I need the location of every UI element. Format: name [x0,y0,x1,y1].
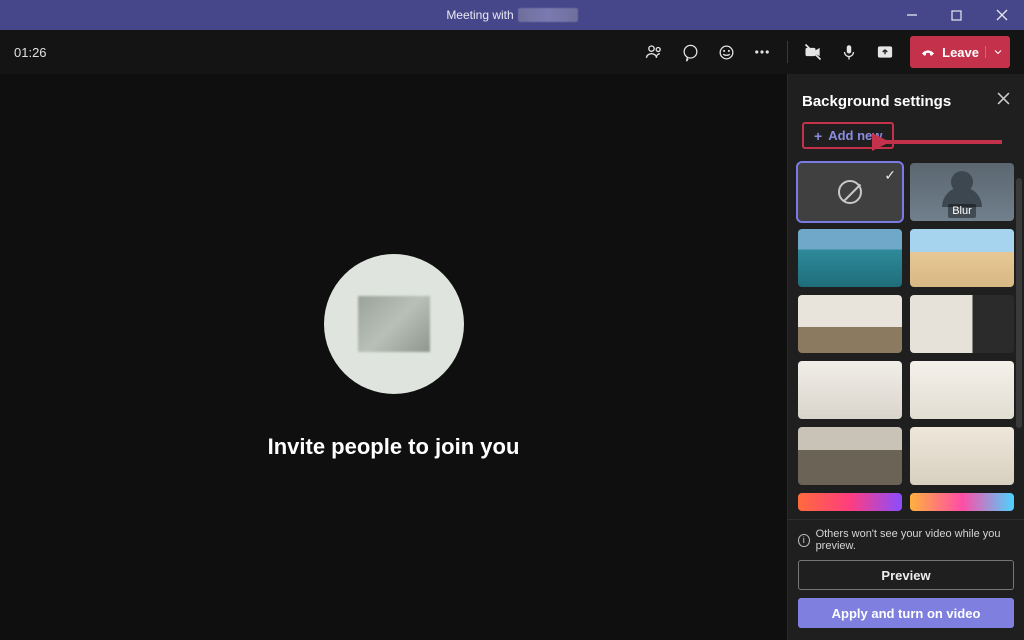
check-icon: ✓ [884,167,896,184]
preview-label: Preview [881,568,930,583]
background-option[interactable] [798,229,902,287]
panel-header: Background settings [788,74,1024,118]
none-icon [838,180,862,204]
meeting-toolbar: 01:26 Leave [0,30,1024,74]
background-settings-panel: Background settings + Add new ✓ Blur [787,74,1024,640]
title-prefix: Meeting with [446,8,513,22]
background-option[interactable] [798,493,902,511]
background-option[interactable] [798,295,902,353]
background-option-blur[interactable]: Blur [910,163,1014,221]
meeting-stage: Invite people to join you [0,74,787,640]
main-area: Invite people to join you Background set… [0,74,1024,640]
panel-scrollbar[interactable] [1016,178,1022,428]
background-option[interactable] [910,229,1014,287]
window-title: Meeting with [446,8,577,22]
toolbar-actions: Leave [637,35,1010,69]
leave-label: Leave [942,45,979,60]
avatar-image [358,296,430,352]
background-option[interactable] [910,427,1014,485]
info-icon: i [798,534,810,547]
window-controls [889,0,1024,30]
reactions-icon[interactable] [709,35,743,69]
background-option[interactable] [798,427,902,485]
background-option[interactable] [798,361,902,419]
leave-chevron[interactable] [985,46,1004,58]
chat-icon[interactable] [673,35,707,69]
background-option[interactable] [910,361,1014,419]
hangup-icon [920,44,936,60]
preview-button[interactable]: Preview [798,560,1014,590]
minimize-button[interactable] [889,0,934,30]
info-text: Others won't see your video while you pr… [816,528,1014,552]
leave-button[interactable]: Leave [910,36,1010,68]
add-new-button[interactable]: + Add new [802,122,894,149]
chevron-down-icon [992,46,1004,58]
close-window-button[interactable] [979,0,1024,30]
toolbar-divider [787,41,788,63]
participants-icon[interactable] [637,35,671,69]
background-option-none[interactable]: ✓ [798,163,902,221]
background-option[interactable] [910,493,1014,511]
apply-button[interactable]: Apply and turn on video [798,598,1014,628]
meeting-timer: 01:26 [14,45,47,60]
background-grid: ✓ Blur [788,157,1024,515]
apply-label: Apply and turn on video [832,606,981,621]
microphone-icon[interactable] [832,35,866,69]
avatar [324,254,464,394]
invite-text: Invite people to join you [268,434,520,460]
blur-label: Blur [948,204,976,218]
close-icon [997,92,1010,105]
title-name-redacted [518,8,578,22]
preview-info: i Others won't see your video while you … [798,528,1014,552]
plus-icon: + [814,129,822,143]
camera-off-icon[interactable] [796,35,830,69]
more-actions-icon[interactable] [745,35,779,69]
add-new-label: Add new [828,128,882,143]
maximize-button[interactable] [934,0,979,30]
panel-title: Background settings [802,93,951,110]
window-titlebar: Meeting with [0,0,1024,30]
share-screen-icon[interactable] [868,35,902,69]
panel-footer: i Others won't see your video while you … [788,519,1024,640]
panel-close-button[interactable] [997,92,1010,110]
background-option[interactable] [910,295,1014,353]
